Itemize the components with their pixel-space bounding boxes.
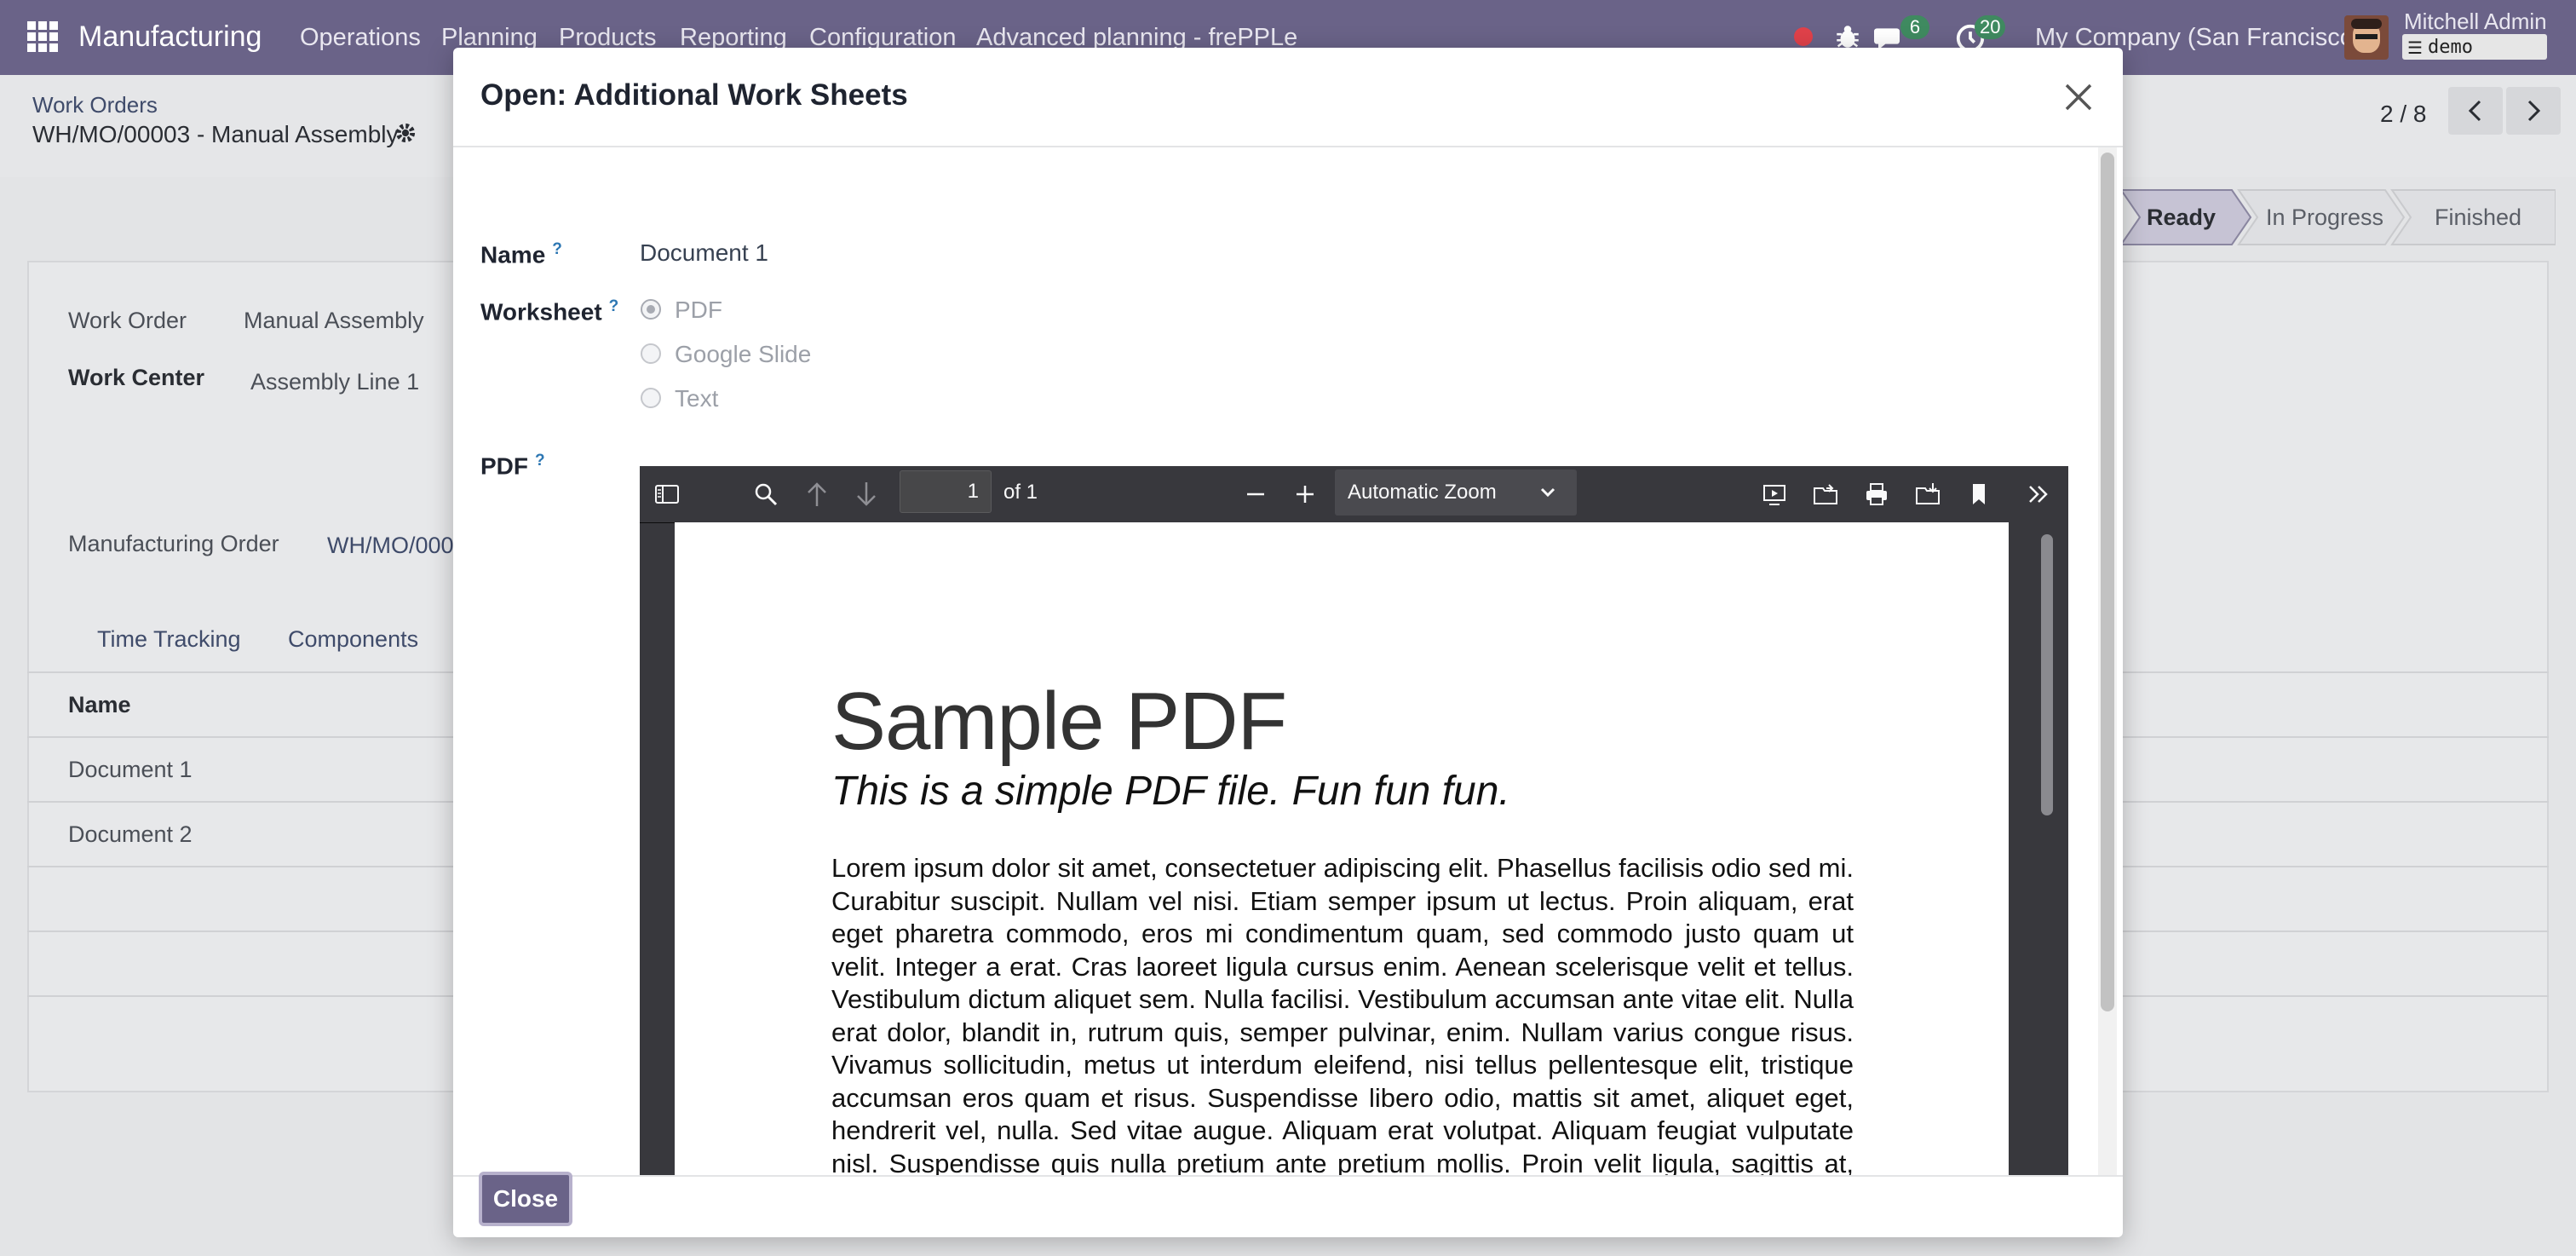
pdf-toolbar: 1 of 1 Automatic Zoom	[640, 466, 2068, 523]
table-row[interactable]: Document 2	[68, 823, 193, 846]
db-badge: ☰ demo	[2402, 34, 2547, 60]
search-icon[interactable]	[752, 481, 779, 508]
name-value: Document 1	[640, 239, 768, 266]
zoom-in-icon[interactable]	[1291, 481, 1319, 508]
pdf-scrollbar-track[interactable]	[2009, 522, 2068, 1175]
worksheet-option-text[interactable]: Text	[675, 387, 718, 411]
name-label-text: Name	[480, 241, 546, 268]
close-button[interactable]: Close	[479, 1172, 572, 1226]
arrow-up-icon[interactable]	[803, 481, 831, 508]
activities-badge: 20	[1975, 15, 2006, 39]
menu-products[interactable]: Products	[559, 26, 656, 50]
worksheet-label: Worksheet?	[480, 298, 618, 324]
work-center-value[interactable]: Assembly Line 1	[250, 371, 419, 394]
chevron-left-icon	[2468, 100, 2481, 122]
worksheet-option-google-slide[interactable]: Google Slide	[675, 343, 811, 366]
pager-next-button[interactable]	[2506, 87, 2561, 135]
menu-advanced-planning[interactable]: Advanced planning - frePPLe	[976, 26, 1297, 50]
presentation-mode-icon[interactable]	[1761, 481, 1788, 508]
pdf-page: Sample PDF This is a simple PDF file. Fu…	[675, 522, 2009, 1175]
name-label: Name?	[480, 241, 562, 267]
menu-operations[interactable]: Operations	[300, 26, 421, 50]
menu-planning[interactable]: Planning	[441, 26, 538, 50]
close-icon[interactable]	[2061, 80, 2096, 114]
database-icon: ☰	[2407, 39, 2423, 58]
pdf-viewer[interactable]: 1 of 1 Automatic Zoom Sample PDF This is…	[640, 466, 2068, 1175]
dialog-title: Open: Additional Work Sheets	[480, 78, 908, 112]
menu-configuration[interactable]: Configuration	[809, 26, 957, 50]
pdf-scrollbar-thumb[interactable]	[2041, 534, 2053, 815]
help-tooltip-icon[interactable]: ?	[535, 452, 545, 470]
download-icon[interactable]	[1914, 481, 1941, 508]
status-ready[interactable]: Ready	[2147, 206, 2216, 229]
sidebar-toggle-icon[interactable]	[653, 481, 681, 508]
worksheet-radio-text[interactable]	[641, 388, 661, 408]
tab-components[interactable]: Components	[288, 628, 418, 651]
user-avatar[interactable]	[2344, 15, 2389, 60]
help-tooltip-icon[interactable]: ?	[609, 297, 619, 315]
app-name[interactable]: Manufacturing	[78, 22, 262, 51]
tools-menu-icon[interactable]	[2025, 481, 2052, 508]
pager-value: 2 / 8	[2380, 101, 2427, 127]
breadcrumb-parent[interactable]: Work Orders	[32, 94, 158, 116]
mo-label: Manufacturing Order	[68, 531, 279, 556]
zoom-value: Automatic Zoom	[1348, 481, 1497, 504]
table-row[interactable]: Document 1	[68, 758, 193, 781]
debug-bug-icon[interactable]	[1833, 22, 1862, 51]
messages-badge: 6	[1900, 15, 1929, 39]
worksheet-radio-google-slide[interactable]	[641, 343, 661, 364]
work-center-label: Work Center	[68, 365, 205, 390]
db-name: demo	[2428, 37, 2473, 58]
chevron-down-icon	[1540, 487, 1555, 498]
breadcrumb-current: WH/MO/00003 - Manual Assembly	[32, 121, 399, 147]
bookmark-icon[interactable]	[1965, 481, 1992, 508]
menu-reporting[interactable]: Reporting	[680, 26, 787, 50]
help-tooltip-icon[interactable]: ?	[552, 240, 562, 258]
user-name[interactable]: Mitchell Admin	[2404, 10, 2547, 32]
recording-indicator-icon[interactable]	[1794, 27, 1813, 46]
gear-icon[interactable]	[394, 121, 417, 145]
worksheet-option-pdf[interactable]: PDF	[675, 298, 722, 322]
worksheet-label-text: Worksheet	[480, 298, 602, 326]
print-icon[interactable]	[1863, 481, 1890, 508]
status-in-progress[interactable]: In Progress	[2266, 206, 2383, 229]
work-order-value[interactable]: Manual Assembly	[244, 309, 424, 332]
dialog-footer: Close	[453, 1172, 2123, 1239]
mo-value[interactable]: WH/MO/000	[327, 534, 454, 557]
worksheet-radio-pdf[interactable]	[641, 299, 661, 320]
work-order-label: Work Order	[68, 308, 187, 333]
pdf-label-text: PDF	[480, 452, 528, 480]
status-finished[interactable]: Finished	[2435, 206, 2521, 229]
tab-time-tracking[interactable]: Time Tracking	[97, 628, 241, 651]
worksheet-dialog: Open: Additional Work Sheets Name? Docum…	[453, 48, 2123, 1237]
apps-menu-icon[interactable]	[27, 21, 58, 52]
table-header-name: Name	[68, 692, 131, 717]
dialog-header: Open: Additional Work Sheets	[453, 48, 2123, 147]
chevron-right-icon	[2527, 100, 2541, 122]
pdf-document-subtitle: This is a simple PDF file. Fun fun fun.	[831, 769, 1510, 814]
page-number-input[interactable]: 1	[900, 470, 992, 513]
dialog-scrollbar-thumb[interactable]	[2101, 153, 2114, 1011]
arrow-down-icon[interactable]	[853, 481, 880, 508]
page-count-label: of 1	[1003, 481, 1038, 504]
dialog-body: Name? Document 1 Worksheet? PDF Google S…	[453, 147, 2123, 1175]
zoom-select[interactable]: Automatic Zoom	[1335, 470, 1577, 516]
pdf-label: PDF?	[480, 452, 545, 478]
open-file-icon[interactable]	[1812, 481, 1839, 508]
pdf-document-title: Sample PDF	[831, 676, 1287, 767]
company-switcher[interactable]: My Company (San Francisco)	[2035, 26, 2362, 50]
pager-prev-button[interactable]	[2448, 87, 2503, 135]
pdf-document-paragraph: Lorem ipsum dolor sit amet, consectetuer…	[831, 853, 1854, 1175]
zoom-out-icon[interactable]	[1242, 481, 1269, 508]
